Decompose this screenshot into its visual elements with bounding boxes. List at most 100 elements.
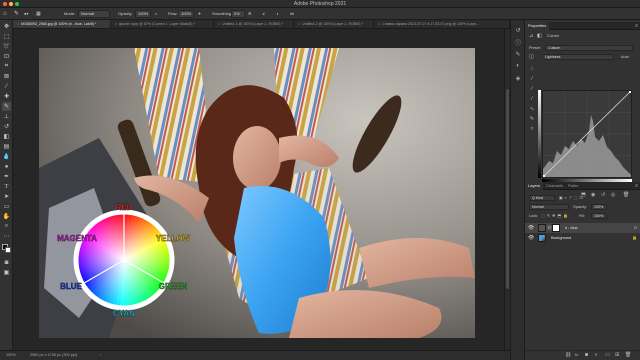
document-image[interactable]: RED YELLOW GREEN CYAN BLUE MAGENTA (39, 48, 475, 338)
rectangle-tool-icon[interactable]: ▭ (2, 202, 11, 211)
eyedropper-tool-icon[interactable]: ⁄ (2, 82, 11, 91)
view-previous-icon[interactable]: ◉ (591, 192, 595, 198)
tab-paths[interactable]: Paths (565, 182, 581, 190)
pencil-draw-icon[interactable]: ✎ (529, 116, 535, 122)
crop-tool-icon[interactable]: ⌗ (2, 62, 11, 71)
healing-brush-tool-icon[interactable]: ✚ (2, 92, 11, 101)
close-tab-icon[interactable]: × (115, 20, 117, 28)
layer-name[interactable]: Background (551, 233, 571, 243)
gradient-tool-icon[interactable]: ▤ (2, 142, 11, 151)
marquee-tool-icon[interactable]: ⬚ (2, 32, 11, 41)
eye-icon[interactable]: 👁 (528, 235, 534, 241)
dodge-tool-icon[interactable]: ● (2, 162, 11, 171)
background-color-swatch[interactable] (5, 247, 11, 253)
pen-tool-icon[interactable]: ✒ (2, 172, 11, 181)
history-brush-tool-icon[interactable]: ↺ (2, 122, 11, 131)
new-layer-icon[interactable]: ⊞ (615, 352, 619, 358)
airbrush-icon[interactable]: ✈ (198, 10, 201, 18)
close-tab-icon[interactable]: × (17, 20, 19, 28)
preset-dropdown[interactable]: Custom (545, 45, 633, 51)
layer-row-selected[interactable]: 👁 ⛓ b - blue ⊡ (525, 223, 640, 233)
brush-preset-icon[interactable]: ✎ (14, 10, 19, 18)
tab-channels[interactable]: Channels (543, 182, 566, 190)
panel-menu-icon[interactable]: ≡ (635, 22, 638, 30)
mode-dropdown[interactable]: Normal (78, 10, 110, 18)
quick-mask-icon[interactable]: ◙ (2, 258, 11, 267)
brush-tool-icon[interactable]: ✎ (2, 102, 11, 111)
brushes-panel-icon[interactable]: ✎ (514, 50, 522, 58)
white-point-eyedropper-icon[interactable]: ⁄ (529, 96, 535, 102)
filter-icons[interactable]: ▣◐T⬚⊡ (559, 195, 585, 200)
lasso-tool-icon[interactable]: ➰ (2, 42, 11, 51)
tab-properties[interactable]: Properties (525, 22, 550, 30)
info-panel-icon[interactable]: ⓘ (514, 38, 522, 47)
zoom-level[interactable]: 100% (6, 351, 16, 360)
pressure-size-icon[interactable]: ◑ (276, 10, 278, 18)
mask-icon[interactable]: ◧ (537, 33, 542, 39)
close-tab-icon[interactable]: × (218, 20, 220, 28)
layer-name[interactable]: b - blue (565, 223, 578, 233)
link-layers-icon[interactable]: ⛓ (565, 352, 571, 358)
reset-icon[interactable]: ↺ (601, 192, 605, 198)
edit-points-icon[interactable]: ∿ (529, 106, 535, 112)
more-tools-icon[interactable]: ⋯ (2, 232, 11, 241)
gray-point-eyedropper-icon[interactable]: ⁄ (529, 86, 535, 92)
opacity-field[interactable]: 100% (135, 10, 151, 18)
clone-stamp-tool-icon[interactable]: ⊥ (2, 112, 11, 121)
blur-tool-icon[interactable]: 💧 (2, 152, 11, 161)
mask-thumbnail[interactable] (552, 224, 560, 232)
new-group-icon[interactable]: ▭ (605, 352, 610, 358)
eraser-tool-icon[interactable]: ◧ (2, 132, 11, 141)
pressure-opacity-icon[interactable]: ◐ (155, 10, 157, 18)
angle-icon[interactable]: ∠ (262, 10, 266, 18)
lock-layer-icon[interactable]: 🔒 (632, 233, 637, 243)
doc-tab[interactable]: × glacier copy @ 67% (Curves 1, Layer Mas… (111, 20, 214, 28)
close-tab-icon[interactable]: × (298, 20, 300, 28)
scroll-thumb[interactable] (506, 89, 509, 289)
trash-icon[interactable]: 🗑 (623, 192, 629, 198)
history-panel-icon[interactable]: ↺ (514, 26, 522, 34)
black-point-eyedropper-icon[interactable]: ⁄ (529, 76, 535, 82)
status-arrow-icon[interactable]: › (100, 351, 101, 360)
hand-tool-icon[interactable]: ✋ (2, 212, 11, 221)
smoothing-settings-icon[interactable]: ⚙ (248, 10, 252, 18)
lock-icons[interactable]: ⬚✎✥⬒🔒 (541, 213, 570, 218)
fx-icon[interactable]: fx (575, 352, 578, 357)
brush-settings-icon[interactable]: ▦ (36, 10, 41, 18)
curves-graph[interactable] (542, 90, 632, 178)
layer-opacity-field[interactable]: 100% (591, 204, 607, 210)
canvas-area[interactable]: RED YELLOW GREEN CYAN BLUE MAGENTA (13, 29, 510, 350)
blend-mode-dropdown[interactable]: Normal (529, 204, 569, 210)
flow-field[interactable]: 100% (178, 10, 194, 18)
new-adjustment-icon[interactable]: ◐ (595, 352, 598, 358)
on-image-adjust-icon[interactable]: ☝ (529, 66, 535, 72)
brush-size-picker[interactable]: ●▾ (24, 10, 28, 18)
eye-icon[interactable]: 👁 (528, 225, 534, 231)
doc-tab[interactable]: × Untitled-2 @ 100% (Layer 1, RGB/8) * (294, 20, 374, 28)
layer-filter-kind[interactable]: Q Kind (529, 195, 555, 201)
path-select-tool-icon[interactable]: ➤ (2, 192, 11, 201)
home-icon[interactable]: ⌂ (3, 10, 7, 18)
adjustments-panel-icon[interactable]: ◐ (514, 62, 522, 70)
auto-button[interactable]: Auto (621, 55, 629, 59)
move-tool-icon[interactable]: ✥ (2, 22, 11, 31)
frame-tool-icon[interactable]: ⊠ (2, 72, 11, 81)
doc-tab[interactable]: × Untitled-1 @ 100% (Layer 1, RGB/8) * (214, 20, 294, 28)
visibility-icon[interactable]: ◎ (611, 192, 615, 198)
layer-row[interactable]: 👁 Background 🔒 (525, 233, 640, 243)
smooth-curve-icon[interactable]: ≈ (529, 126, 535, 132)
doc-tab[interactable]: × Снимок экрана 2021-07-27 в 17.53.07.png… (374, 20, 510, 28)
symmetry-icon[interactable]: ⋈ (290, 10, 294, 18)
tab-layers[interactable]: Layers (525, 182, 544, 190)
screen-mode-icon[interactable]: ▣ (2, 268, 11, 277)
type-tool-icon[interactable]: T (2, 182, 11, 191)
object-select-tool-icon[interactable]: ⊡ (2, 52, 11, 61)
add-mask-icon[interactable]: ◙ (585, 352, 588, 358)
smoothing-field[interactable]: 0% (231, 10, 245, 18)
delete-layer-icon[interactable]: 🗑 (625, 352, 631, 358)
doc-tab-active[interactable]: × MG85093_2560.jpg @ 100% (b - blue, Lab/… (13, 20, 111, 28)
close-tab-icon[interactable]: × (378, 20, 380, 28)
layers-menu-icon[interactable]: ≡ (635, 182, 638, 190)
fill-field[interactable]: 100% (591, 213, 607, 219)
channel-dropdown[interactable]: Lightness (542, 54, 614, 60)
